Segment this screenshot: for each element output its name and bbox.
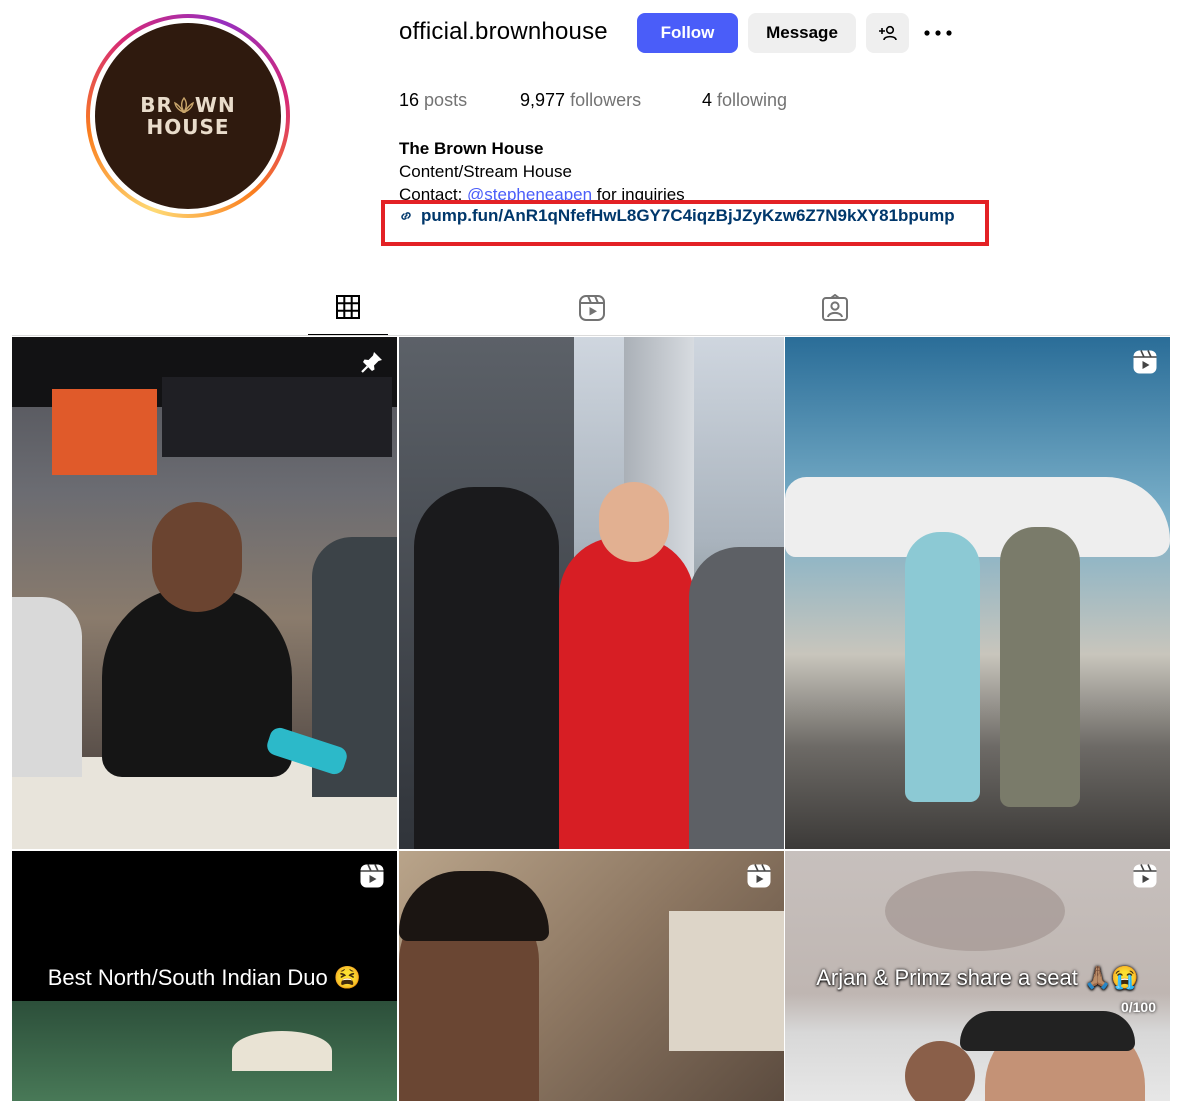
pin-icon: [361, 352, 382, 373]
person-hair: [399, 871, 549, 941]
followers-count: 9,977: [520, 90, 566, 110]
message-button[interactable]: Message: [748, 13, 856, 53]
person-grey-shirt: [689, 547, 784, 849]
reels-icon: [1133, 864, 1157, 888]
more-options-icon[interactable]: [923, 25, 955, 41]
tab-reels[interactable]: [552, 294, 632, 336]
wall-panel: [669, 911, 784, 1051]
followers-stat[interactable]: 9,977 followers: [520, 90, 641, 111]
bio-name: The Brown House: [399, 139, 544, 158]
person-glasses-hair: [960, 1011, 1135, 1051]
post-tile[interactable]: [399, 851, 784, 1101]
person-blue-tracksuit: [905, 532, 980, 802]
following-label: following: [717, 90, 788, 110]
person-red-face: [599, 482, 669, 562]
private-jet: [785, 477, 1170, 557]
post-caption: Best North/South Indian Duo 😫: [47, 965, 362, 990]
tab-tagged[interactable]: [795, 294, 875, 336]
highlight-annotation-box: [381, 200, 989, 246]
lotus-icon: [173, 97, 194, 113]
profile-avatar-ring[interactable]: BR WN HOUSE: [86, 14, 290, 218]
posts-stat: 16 posts: [399, 90, 467, 111]
reels-icon: [360, 864, 384, 888]
reels-icon: [747, 864, 771, 888]
person-black-hoodie: [414, 487, 559, 849]
tab-posts[interactable]: [308, 294, 388, 336]
billboard-sale: [52, 389, 157, 475]
followers-label: followers: [570, 90, 642, 110]
reels-icon: [579, 295, 605, 321]
add-user-icon: [878, 25, 897, 41]
blurred-face: [885, 871, 1065, 951]
logo-line-2: HOUSE: [146, 115, 230, 139]
suggested-accounts-button[interactable]: [866, 13, 909, 53]
post-caption: Arjan & Primz share a seat 🙏🏽😭: [816, 965, 1139, 990]
post-tile[interactable]: [785, 337, 1170, 849]
post-tile[interactable]: [12, 337, 397, 849]
logo-line-1: BR WN: [140, 93, 236, 117]
person-black-shirt: [102, 587, 292, 777]
person-left: [12, 597, 82, 777]
posts-count: 16: [399, 90, 420, 110]
tagged-icon: [822, 294, 848, 321]
post-tile[interactable]: [399, 337, 784, 849]
posts-label: posts: [424, 90, 468, 110]
follow-button[interactable]: Follow: [637, 13, 738, 53]
following-stat[interactable]: 4 following: [702, 90, 787, 111]
tabs-divider: [12, 335, 1170, 336]
post-tile[interactable]: Best North/South Indian Duo 😫: [12, 851, 397, 1101]
person-red-tracksuit: [559, 537, 694, 849]
following-count: 4: [702, 90, 713, 110]
post-tile[interactable]: Arjan & Primz share a seat 🙏🏽😭 0/100: [785, 851, 1170, 1101]
profile-username: official.brownhouse: [399, 18, 608, 45]
bio-category: Content/Stream House: [399, 162, 572, 181]
person-olive-shirt: [1000, 527, 1080, 807]
pool-scene: [12, 1001, 397, 1101]
grid-icon: [336, 295, 360, 319]
avatar[interactable]: BR WN HOUSE: [95, 23, 281, 209]
billboard-phone: [162, 377, 392, 457]
person-face: [152, 502, 242, 612]
post-counter: 0/100: [1120, 999, 1156, 1015]
umbrella: [232, 1031, 332, 1071]
reels-icon: [1133, 350, 1157, 374]
